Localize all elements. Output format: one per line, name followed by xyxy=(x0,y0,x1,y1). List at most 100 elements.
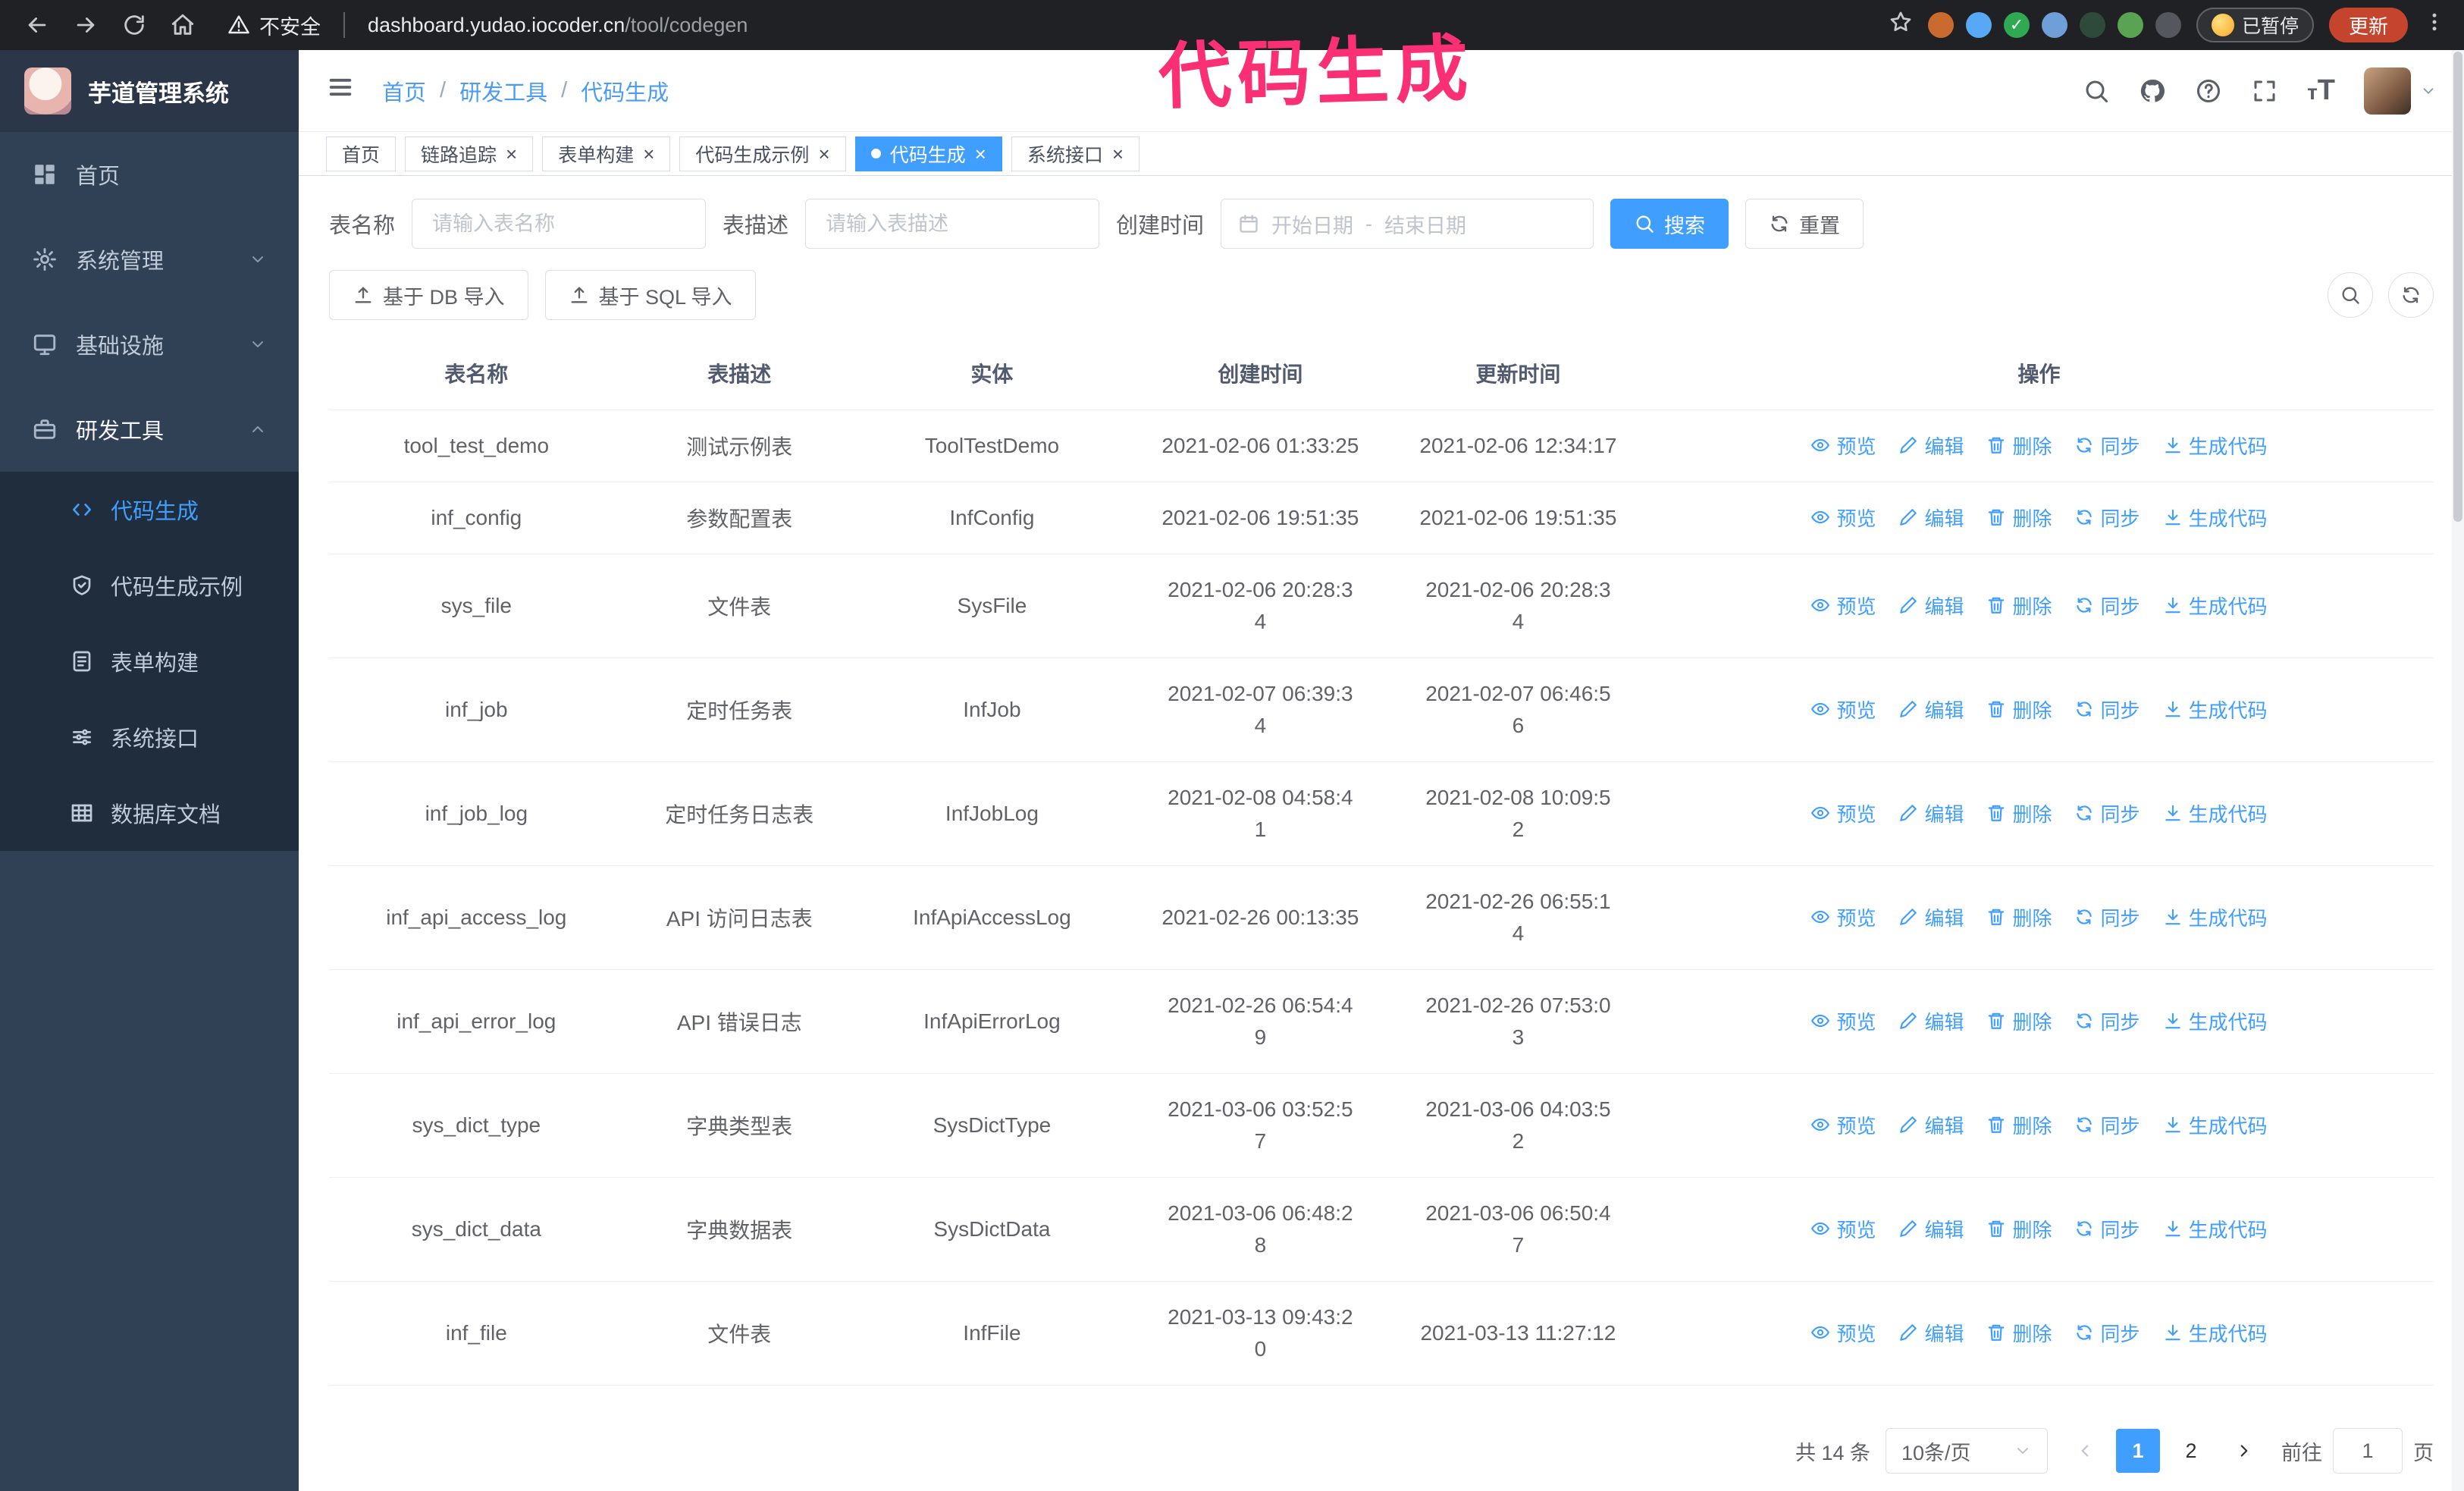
edit-link[interactable]: 编辑 xyxy=(1898,432,1964,460)
tab-home[interactable]: 首页 xyxy=(326,136,397,171)
sync-link[interactable]: 同步 xyxy=(2074,1215,2140,1243)
close-icon[interactable]: × xyxy=(975,144,986,164)
sync-link[interactable]: 同步 xyxy=(2074,504,2140,532)
edit-link[interactable]: 编辑 xyxy=(1898,1319,1964,1347)
sync-link[interactable]: 同步 xyxy=(2074,695,2140,724)
generate-link[interactable]: 生成代码 xyxy=(2163,1111,2268,1139)
page-button-1[interactable]: 1 xyxy=(2116,1429,2160,1473)
app-logo-row[interactable]: 芋道管理系统 xyxy=(0,50,299,132)
prev-page-button[interactable] xyxy=(2063,1429,2107,1473)
generate-link[interactable]: 生成代码 xyxy=(2163,799,2268,827)
sync-link[interactable]: 同步 xyxy=(2074,1007,2140,1035)
home-button[interactable] xyxy=(164,6,202,44)
preview-link[interactable]: 预览 xyxy=(1810,799,1876,827)
sync-link[interactable]: 同步 xyxy=(2074,1111,2140,1139)
delete-link[interactable]: 删除 xyxy=(1986,1007,2052,1035)
sidebar-toggle-button[interactable] xyxy=(326,73,355,109)
preview-link[interactable]: 预览 xyxy=(1810,1319,1876,1347)
delete-link[interactable]: 删除 xyxy=(1986,799,2052,827)
next-page-button[interactable] xyxy=(2222,1429,2266,1473)
generate-link[interactable]: 生成代码 xyxy=(2163,432,2268,460)
edit-link[interactable]: 编辑 xyxy=(1898,903,1964,931)
delete-link[interactable]: 删除 xyxy=(1986,903,2052,931)
generate-link[interactable]: 生成代码 xyxy=(2163,695,2268,724)
preview-link[interactable]: 预览 xyxy=(1810,432,1876,460)
delete-link[interactable]: 删除 xyxy=(1986,592,2052,620)
tab-api[interactable]: 系统接口 × xyxy=(1011,136,1140,171)
edit-link[interactable]: 编辑 xyxy=(1898,592,1964,620)
generate-link[interactable]: 生成代码 xyxy=(2163,1007,2268,1035)
import-db-button[interactable]: 基于 DB 导入 xyxy=(329,270,528,320)
sidebar-item-codegen[interactable]: 代码生成 xyxy=(0,472,299,548)
tab-form-builder[interactable]: 表单构建 × xyxy=(542,136,671,171)
sidebar-item-system[interactable]: 系统管理 xyxy=(0,217,299,302)
preview-link[interactable]: 预览 xyxy=(1810,1111,1876,1139)
sync-link[interactable]: 同步 xyxy=(2074,903,2140,931)
sync-link[interactable]: 同步 xyxy=(2074,592,2140,620)
preview-link[interactable]: 预览 xyxy=(1810,592,1876,620)
profile-paused-badge[interactable]: 已暂停 xyxy=(2196,8,2314,42)
sidebar-item-infra[interactable]: 基础设施 xyxy=(0,302,299,387)
tab-codegen-example[interactable]: 代码生成示例 × xyxy=(679,136,846,171)
page-scrollbar[interactable] xyxy=(2452,50,2464,1491)
generate-link[interactable]: 生成代码 xyxy=(2163,1215,2268,1243)
tab-codegen[interactable]: 代码生成 × xyxy=(854,136,1002,171)
address-bar[interactable]: dashboard.yudao.iocoder.cn/tool/codegen xyxy=(368,14,748,37)
sidebar-item-db-doc[interactable]: 数据库文档 xyxy=(0,775,299,851)
sync-link[interactable]: 同步 xyxy=(2074,432,2140,460)
browser-menu-icon[interactable] xyxy=(2423,11,2446,39)
close-icon[interactable]: × xyxy=(643,144,654,164)
page-button-2[interactable]: 2 xyxy=(2169,1429,2213,1473)
search-icon[interactable] xyxy=(2083,77,2110,105)
sync-link[interactable]: 同步 xyxy=(2074,1319,2140,1347)
font-size-icon[interactable]: тT xyxy=(2307,74,2335,107)
preview-link[interactable]: 预览 xyxy=(1810,1215,1876,1243)
generate-link[interactable]: 生成代码 xyxy=(2163,592,2268,620)
edit-link[interactable]: 编辑 xyxy=(1898,504,1964,532)
fullscreen-icon[interactable] xyxy=(2251,77,2278,105)
goto-page-input[interactable] xyxy=(2333,1428,2403,1474)
delete-link[interactable]: 删除 xyxy=(1986,695,2052,724)
tab-tracing[interactable]: 链路追踪 × xyxy=(405,136,534,171)
edit-link[interactable]: 编辑 xyxy=(1898,799,1964,827)
delete-link[interactable]: 删除 xyxy=(1986,1319,2052,1347)
delete-link[interactable]: 删除 xyxy=(1986,1111,2052,1139)
breadcrumb-home[interactable]: 首页 xyxy=(382,75,426,107)
back-icon[interactable] xyxy=(18,6,56,44)
delete-link[interactable]: 删除 xyxy=(1986,504,2052,532)
sidebar-item-form-builder[interactable]: 表单构建 xyxy=(0,623,299,699)
close-icon[interactable]: × xyxy=(818,144,829,164)
close-icon[interactable]: × xyxy=(506,144,517,164)
edit-link[interactable]: 编辑 xyxy=(1898,1007,1964,1035)
search-button[interactable]: 搜索 xyxy=(1610,199,1729,249)
sidebar-item-api[interactable]: 系统接口 xyxy=(0,699,299,775)
sidebar-item-codegen-example[interactable]: 代码生成示例 xyxy=(0,548,299,623)
extension-icon[interactable] xyxy=(2041,12,2067,38)
github-icon[interactable] xyxy=(2139,77,2166,105)
extension-icon[interactable] xyxy=(2155,12,2181,38)
delete-link[interactable]: 删除 xyxy=(1986,1215,2052,1243)
forward-icon[interactable] xyxy=(67,6,105,44)
reset-button[interactable]: 重置 xyxy=(1745,199,1864,249)
help-icon[interactable] xyxy=(2195,77,2222,105)
scrollbar-thumb[interactable] xyxy=(2453,52,2462,522)
sidebar-item-devtools[interactable]: 研发工具 xyxy=(0,387,299,472)
edit-link[interactable]: 编辑 xyxy=(1898,1111,1964,1139)
toggle-search-button[interactable] xyxy=(2328,272,2373,318)
refresh-table-button[interactable] xyxy=(2388,272,2434,318)
preview-link[interactable]: 预览 xyxy=(1810,903,1876,931)
sync-link[interactable]: 同步 xyxy=(2074,799,2140,827)
generate-link[interactable]: 生成代码 xyxy=(2163,903,2268,931)
extension-icon[interactable]: ✓ xyxy=(2003,12,2030,38)
import-sql-button[interactable]: 基于 SQL 导入 xyxy=(544,270,756,320)
table-name-input[interactable] xyxy=(412,199,707,249)
bookmark-star-icon[interactable] xyxy=(1889,10,1913,40)
preview-link[interactable]: 预览 xyxy=(1810,695,1876,724)
create-time-range-picker[interactable]: 开始日期 - 结束日期 xyxy=(1221,199,1594,249)
extension-icon[interactable] xyxy=(1927,12,1954,38)
security-indicator[interactable]: 不安全 xyxy=(227,11,321,40)
extension-icon[interactable] xyxy=(2079,12,2105,38)
breadcrumb-devtools[interactable]: 研发工具 xyxy=(459,75,547,107)
edit-link[interactable]: 编辑 xyxy=(1898,1215,1964,1243)
preview-link[interactable]: 预览 xyxy=(1810,1007,1876,1035)
